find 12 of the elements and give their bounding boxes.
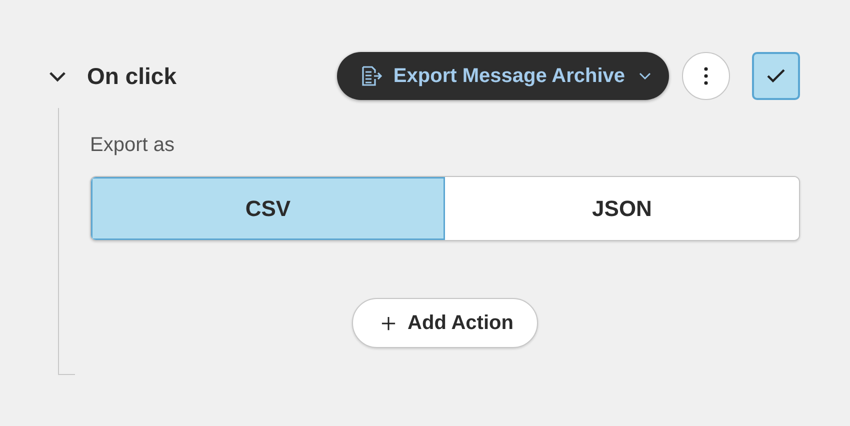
export-document-icon <box>361 66 384 86</box>
section-title: On click <box>87 62 176 90</box>
format-option[interactable]: CSV <box>91 177 445 240</box>
more-icon <box>704 67 708 85</box>
format-option[interactable]: JSON <box>445 177 799 240</box>
checkmark-icon <box>766 68 786 84</box>
action-dropdown[interactable]: Export Message Archive <box>337 52 669 100</box>
caret-icon <box>639 72 651 80</box>
plus-icon <box>380 316 396 330</box>
checkbox[interactable] <box>752 52 800 100</box>
add-action-button[interactable]: Add Action <box>352 298 538 348</box>
field-label: Export as <box>90 134 176 157</box>
